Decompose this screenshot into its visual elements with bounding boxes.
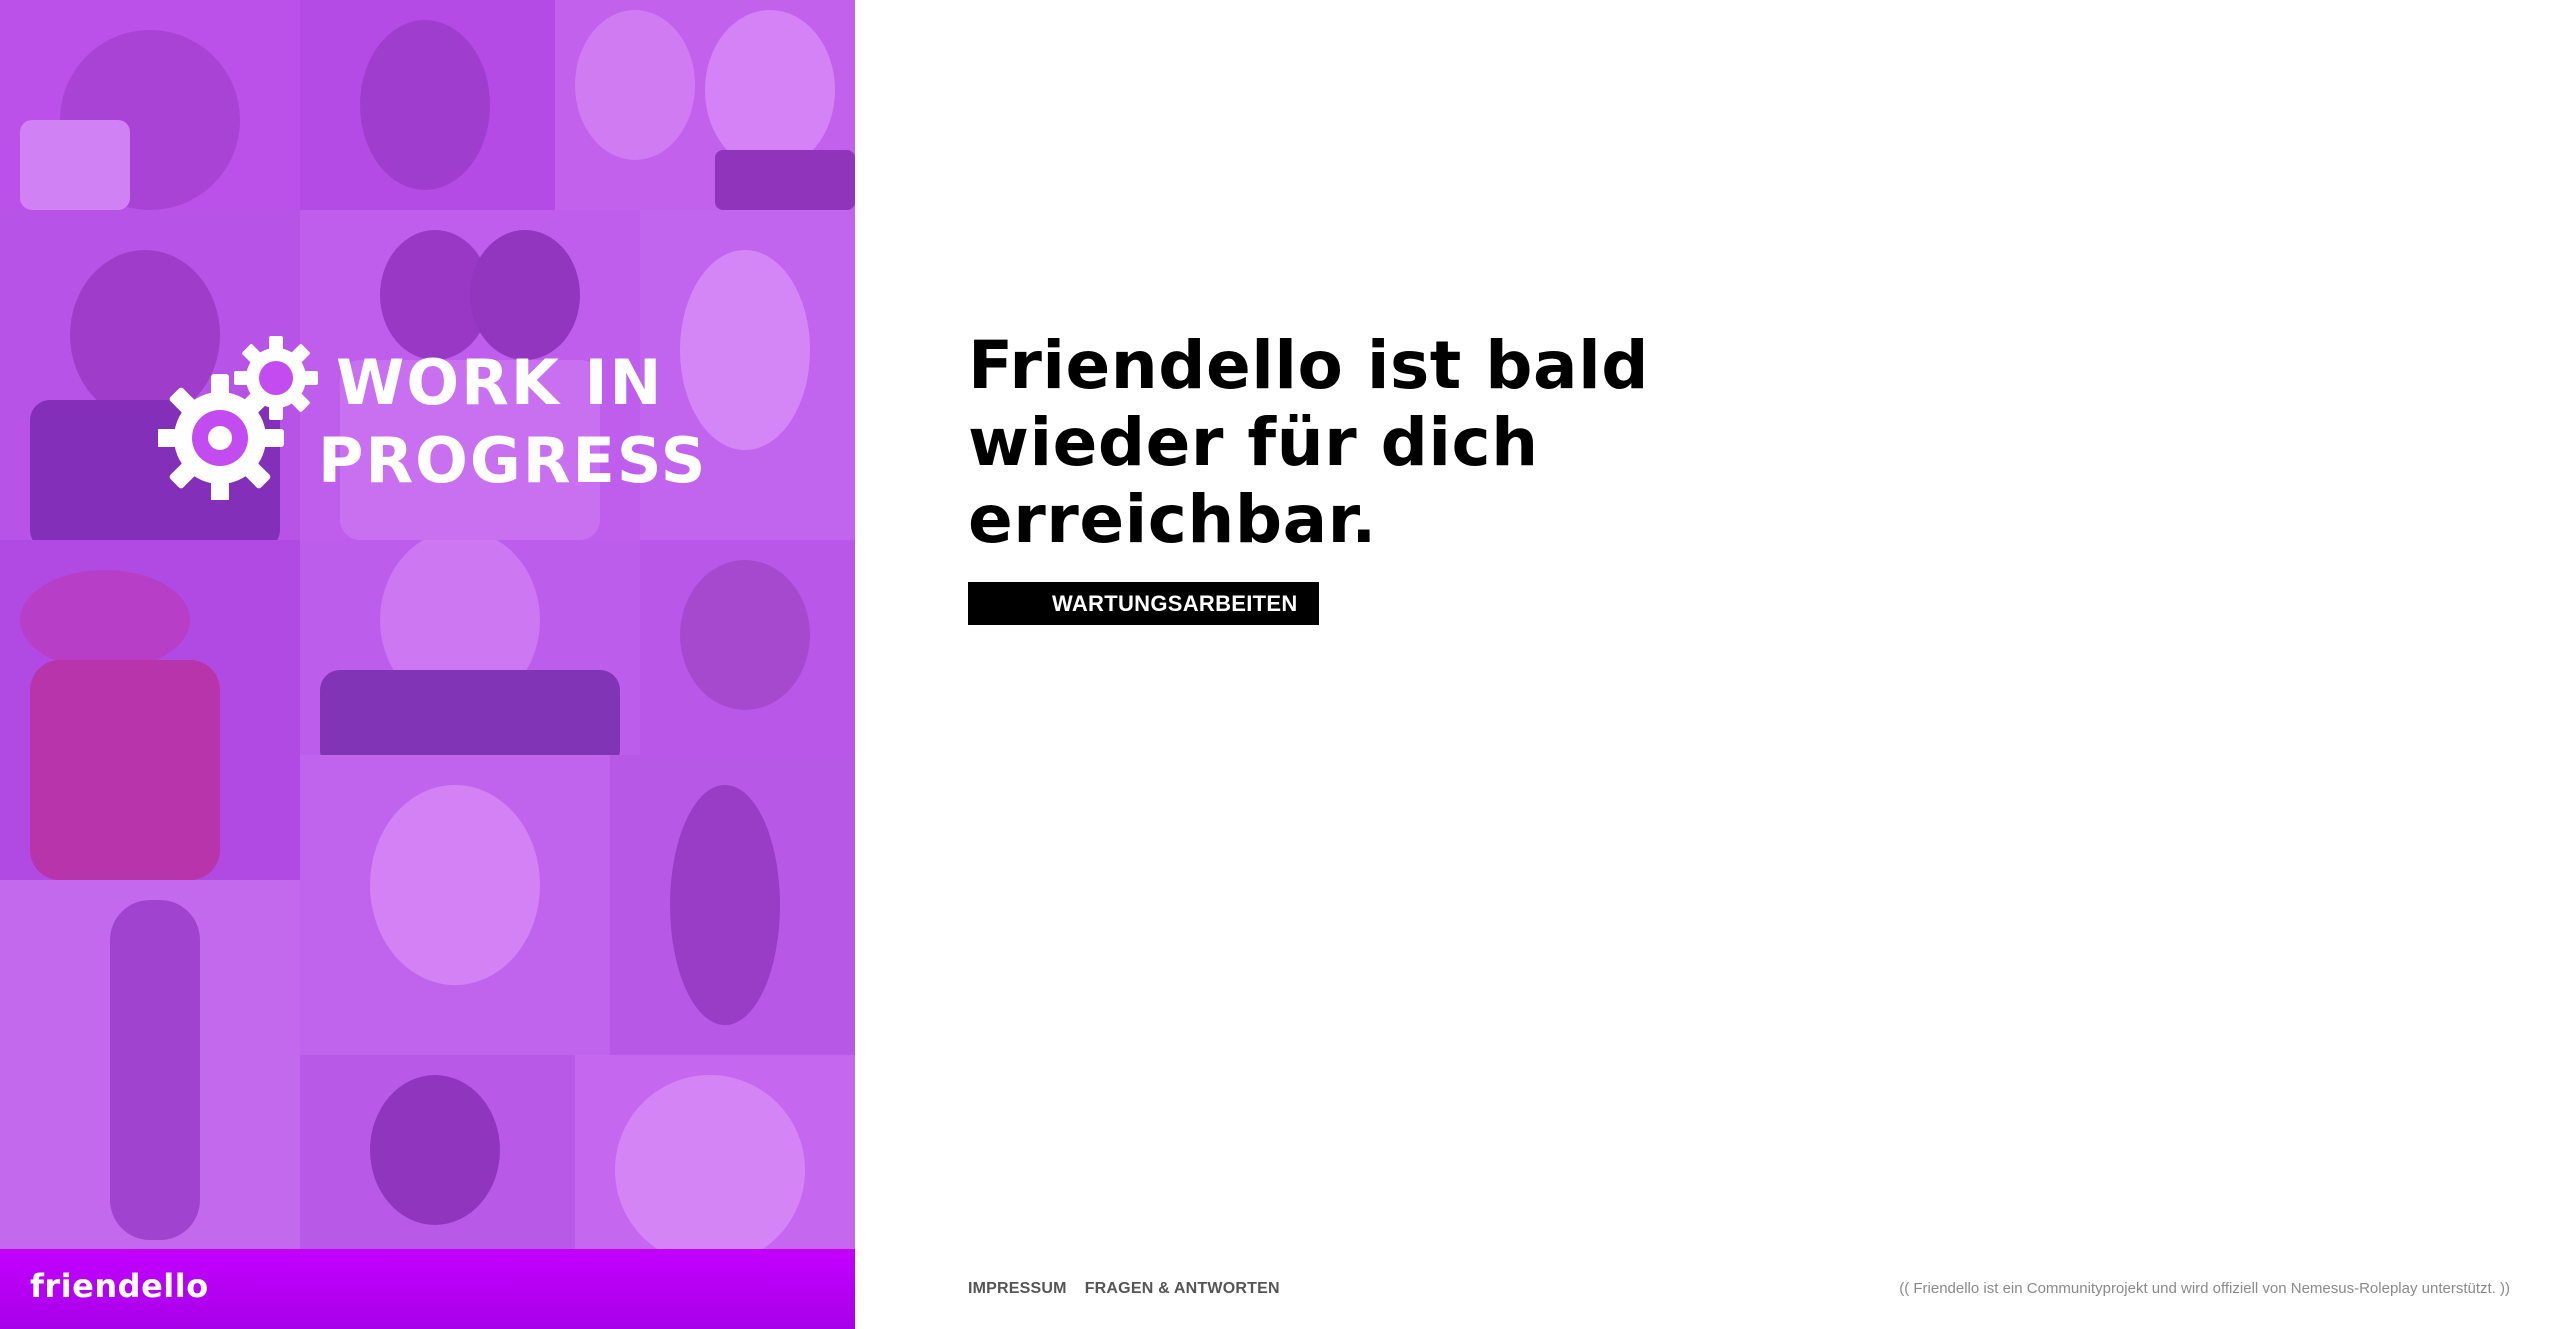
footer-link-faq[interactable]: FRAGEN & ANTWORTEN <box>1085 1280 1280 1298</box>
footer-nav: IMPRESSUM FRAGEN & ANTWORTEN <box>968 1280 1280 1298</box>
footer-disclaimer: (( Friendello ist ein Communityprojekt u… <box>1899 1280 2510 1297</box>
wip-title-line2: PROGRESS <box>318 424 708 497</box>
brand-bar: friendello <box>0 1249 855 1329</box>
friendello-logo[interactable]: friendello <box>30 1267 209 1305</box>
footer-link-impressum[interactable]: IMPRESSUM <box>968 1280 1067 1298</box>
page-title: Friendello ist bald wieder für dich erre… <box>968 327 1649 558</box>
purple-tint-overlay <box>0 0 855 1329</box>
maintenance-badge: WARTUNGSARBEITEN <box>968 582 1319 625</box>
gears-icon <box>156 330 323 502</box>
maintenance-page: WORK IN PROGRESS friendello Friendello i… <box>0 0 2560 1329</box>
wip-title-line1: WORK IN <box>336 346 664 419</box>
work-in-progress-logo: WORK IN PROGRESS <box>156 330 705 505</box>
photo-mosaic-panel: WORK IN PROGRESS friendello <box>0 0 855 1329</box>
